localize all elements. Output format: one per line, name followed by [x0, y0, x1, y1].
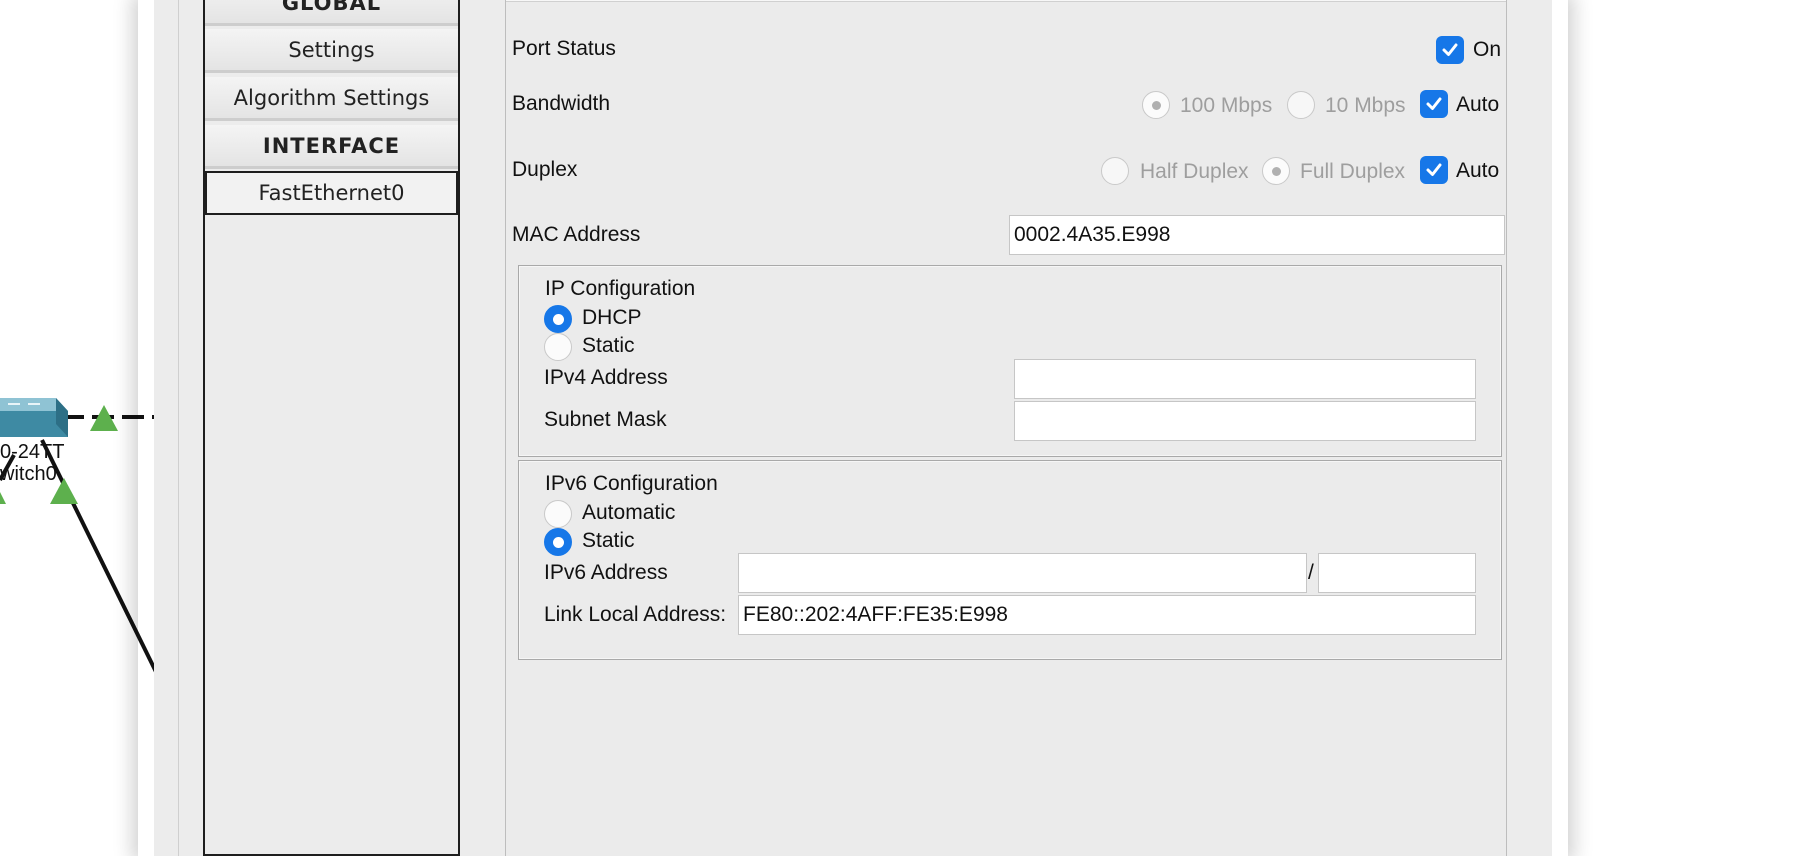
ipv6-prefix-separator: /	[1308, 561, 1314, 584]
duplex-full-radio[interactable]	[1262, 157, 1290, 185]
port-status-label: Port Status	[512, 37, 616, 60]
ipv6-prefix-length-field[interactable]	[1318, 553, 1476, 593]
duplex-half-label: Half Duplex	[1140, 160, 1249, 183]
subnet-mask-label: Subnet Mask	[544, 408, 667, 431]
duplex-label: Duplex	[512, 158, 578, 181]
device-model-label: 0-24TT	[0, 441, 65, 463]
mac-address-label: MAC Address	[512, 223, 641, 246]
nav-header-interface: INTERFACE	[205, 125, 458, 169]
device-name-label: witch0	[0, 463, 57, 485]
link-local-address-label: Link Local Address:	[544, 603, 727, 626]
checkmark-icon	[1442, 43, 1458, 56]
bandwidth-label: Bandwidth	[512, 92, 611, 115]
bandwidth-auto-checkbox[interactable]	[1420, 90, 1448, 118]
topology-canvas[interactable]: 0-24TT witch0	[0, 0, 160, 856]
ip-static-radio[interactable]	[544, 333, 572, 361]
ip-static-label: Static	[582, 334, 635, 357]
ipv4-address-label: IPv4 Address	[544, 366, 668, 389]
ipv6-automatic-label: Automatic	[582, 501, 676, 524]
ip-dhcp-radio[interactable]	[544, 305, 572, 333]
config-nav: GLOBAL Settings Algorithm Settings INTER…	[203, 0, 460, 856]
ipv6-automatic-radio[interactable]	[544, 500, 572, 528]
panel-top-border	[506, 0, 1506, 2]
ip-configuration-title: IP Configuration	[545, 277, 696, 300]
bandwidth-100-label: 100 Mbps	[1180, 94, 1273, 117]
duplex-auto-label: Auto	[1456, 159, 1500, 182]
subnet-mask-field[interactable]	[1014, 401, 1476, 441]
checkmark-icon	[1426, 97, 1442, 110]
ip-dhcp-label: DHCP	[582, 306, 642, 329]
bandwidth-auto-label: Auto	[1456, 93, 1500, 116]
nav-item-settings[interactable]: Settings	[205, 29, 458, 73]
nav-item-algorithm-settings[interactable]: Algorithm Settings	[205, 77, 458, 121]
duplex-auto-checkbox[interactable]	[1420, 156, 1448, 184]
ipv4-address-field[interactable]	[1014, 359, 1476, 399]
ipv6-static-label: Static	[582, 529, 635, 552]
nav-header-global: GLOBAL	[205, 0, 458, 26]
bandwidth-10-label: 10 Mbps	[1325, 94, 1406, 117]
ipv6-static-radio[interactable]	[544, 528, 572, 556]
nav-item-fastethernet0[interactable]: FastEthernet0	[205, 171, 458, 215]
mac-address-field[interactable]: 0002.4A35.E998	[1009, 215, 1505, 255]
bandwidth-10-radio[interactable]	[1287, 91, 1315, 119]
duplex-full-label: Full Duplex	[1300, 160, 1406, 183]
ipv6-address-field[interactable]	[738, 553, 1307, 593]
ipv6-configuration-title: IPv6 Configuration	[545, 472, 718, 495]
topology-drawing	[0, 398, 160, 681]
port-status-checkbox[interactable]	[1436, 36, 1464, 64]
link-local-address-field[interactable]: FE80::202:4AFF:FE35:E998	[738, 595, 1476, 635]
duplex-half-radio[interactable]	[1101, 157, 1129, 185]
bandwidth-100-radio[interactable]	[1142, 91, 1170, 119]
port-status-on-label: On	[1473, 38, 1502, 61]
ipv6-address-label: IPv6 Address	[544, 561, 668, 584]
checkmark-icon	[1426, 163, 1442, 176]
